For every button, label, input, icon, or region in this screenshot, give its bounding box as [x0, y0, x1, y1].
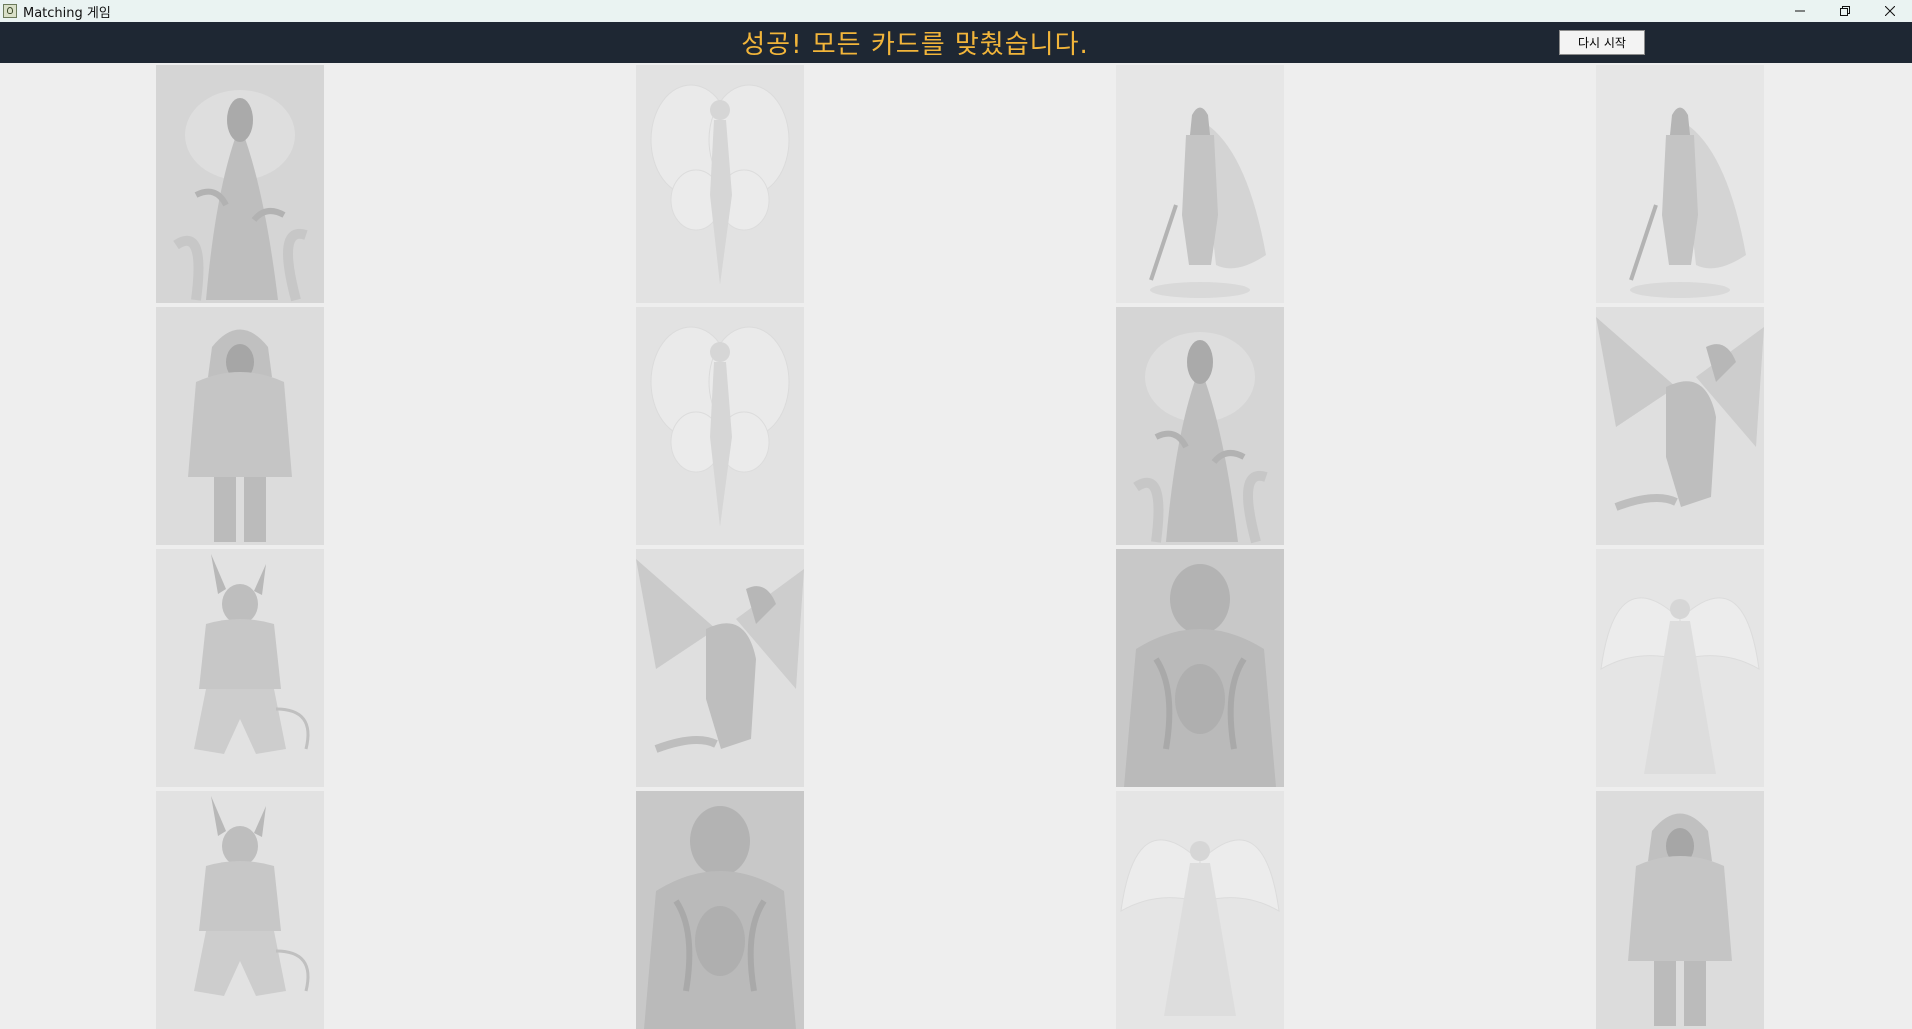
- card-fairy[interactable]: [636, 307, 804, 545]
- wraith-illustration: [156, 65, 324, 303]
- window-titlebar: Matching 게임: [0, 0, 1912, 22]
- card-wraith[interactable]: [156, 65, 324, 303]
- card-monster[interactable]: [1116, 549, 1284, 787]
- fairy-illustration: [636, 65, 804, 303]
- restore-icon: [1839, 6, 1850, 16]
- card-dragon[interactable]: [1596, 307, 1764, 545]
- monster-illustration: [636, 791, 804, 1029]
- card-dragon[interactable]: [636, 549, 804, 787]
- demon-warrior-illustration: [156, 791, 324, 1029]
- card-monster[interactable]: [636, 791, 804, 1029]
- card-knight[interactable]: [1116, 65, 1284, 303]
- knight-illustration: [1116, 65, 1284, 303]
- restart-button[interactable]: 다시 시작: [1559, 30, 1645, 55]
- card-angel[interactable]: [1596, 549, 1764, 787]
- dragon-illustration: [636, 549, 804, 787]
- restore-button[interactable]: [1822, 0, 1867, 22]
- card-hoodie-figure[interactable]: [1596, 791, 1764, 1029]
- minimize-button[interactable]: [1777, 0, 1822, 22]
- hoodie-figure-illustration: [156, 307, 324, 545]
- wraith-illustration: [1116, 307, 1284, 545]
- card-angel[interactable]: [1116, 791, 1284, 1029]
- card-hoodie-figure[interactable]: [156, 307, 324, 545]
- close-button[interactable]: [1867, 0, 1912, 22]
- success-message: 성공! 모든 카드를 맞췄습니다.: [741, 30, 1089, 60]
- hoodie-figure-illustration: [1596, 791, 1764, 1029]
- card-demon-warrior[interactable]: [156, 791, 324, 1029]
- card-knight[interactable]: [1596, 65, 1764, 303]
- demon-warrior-illustration: [156, 549, 324, 787]
- dragon-illustration: [1596, 307, 1764, 545]
- card-fairy[interactable]: [636, 65, 804, 303]
- minimize-icon: [1794, 10, 1805, 12]
- knight-illustration: [1596, 65, 1764, 303]
- card-wraith[interactable]: [1116, 307, 1284, 545]
- window-controls: [1777, 0, 1912, 22]
- monster-illustration: [1116, 549, 1284, 787]
- app-icon: [3, 4, 17, 18]
- window-title: Matching 게임: [23, 5, 111, 21]
- angel-illustration: [1116, 791, 1284, 1029]
- angel-illustration: [1596, 549, 1764, 787]
- fairy-illustration: [636, 307, 804, 545]
- close-icon: [1884, 6, 1895, 16]
- card-demon-warrior[interactable]: [156, 549, 324, 787]
